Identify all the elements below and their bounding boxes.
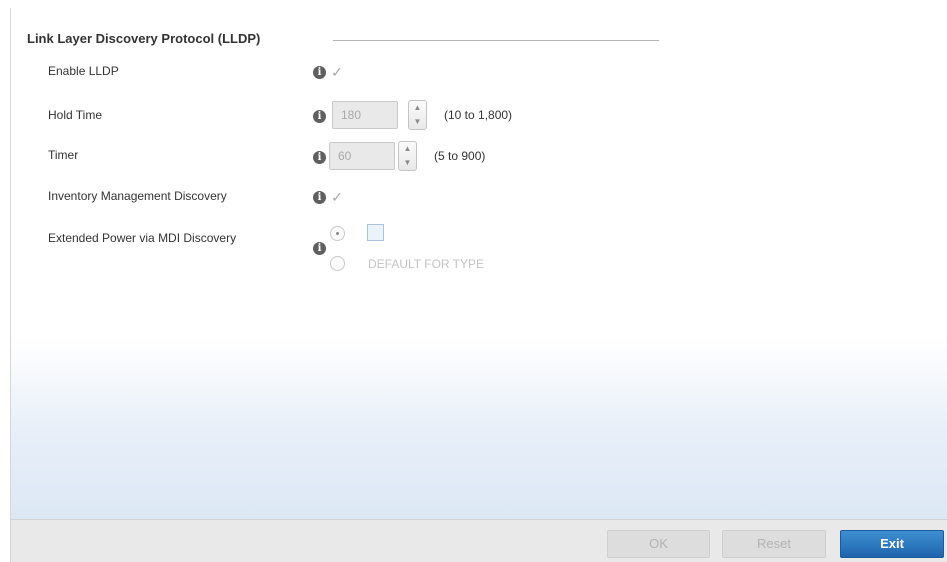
info-icon[interactable]: i — [313, 242, 326, 255]
extended-power-label: Extended Power via MDI Discovery — [48, 231, 237, 245]
spin-down-icon[interactable]: ▼ — [399, 156, 416, 170]
radio-dot-icon — [336, 232, 339, 235]
info-icon[interactable]: i — [313, 66, 326, 79]
timer-input[interactable] — [329, 142, 395, 170]
extended-power-custom-radio[interactable] — [330, 226, 345, 241]
spin-up-icon[interactable]: ▲ — [399, 142, 416, 156]
hold-time-stepper[interactable]: ▲ ▼ — [408, 100, 427, 130]
reset-button[interactable]: Reset — [722, 530, 826, 558]
extended-power-default-radio[interactable] — [330, 256, 345, 271]
inventory-management-label: Inventory Management Discovery — [48, 189, 227, 203]
info-icon[interactable]: i — [313, 191, 326, 204]
hold-time-range: (10 to 1,800) — [444, 108, 513, 122]
inventory-management-checkbox[interactable]: ✓ — [330, 190, 344, 204]
hold-time-input[interactable] — [332, 101, 398, 129]
info-icon[interactable]: i — [313, 110, 326, 123]
enable-lldp-checkbox[interactable]: ✓ — [330, 65, 344, 79]
exit-button[interactable]: Exit — [840, 530, 944, 558]
enable-lldp-label: Enable LLDP — [48, 64, 119, 78]
spin-down-icon[interactable]: ▼ — [409, 115, 426, 129]
timer-range: (5 to 900) — [434, 149, 486, 163]
ok-button[interactable]: OK — [607, 530, 710, 558]
spin-up-icon[interactable]: ▲ — [409, 101, 426, 115]
hold-time-label: Hold Time — [48, 108, 103, 122]
section-divider — [333, 40, 659, 41]
default-for-type-label: DEFAULT FOR TYPE — [368, 257, 485, 271]
timer-label: Timer — [48, 148, 79, 162]
timer-stepper[interactable]: ▲ ▼ — [398, 141, 417, 171]
section-title: Link Layer Discovery Protocol (LLDP) — [27, 31, 261, 46]
info-icon[interactable]: i — [313, 151, 326, 164]
extended-power-checkbox[interactable] — [367, 224, 384, 241]
